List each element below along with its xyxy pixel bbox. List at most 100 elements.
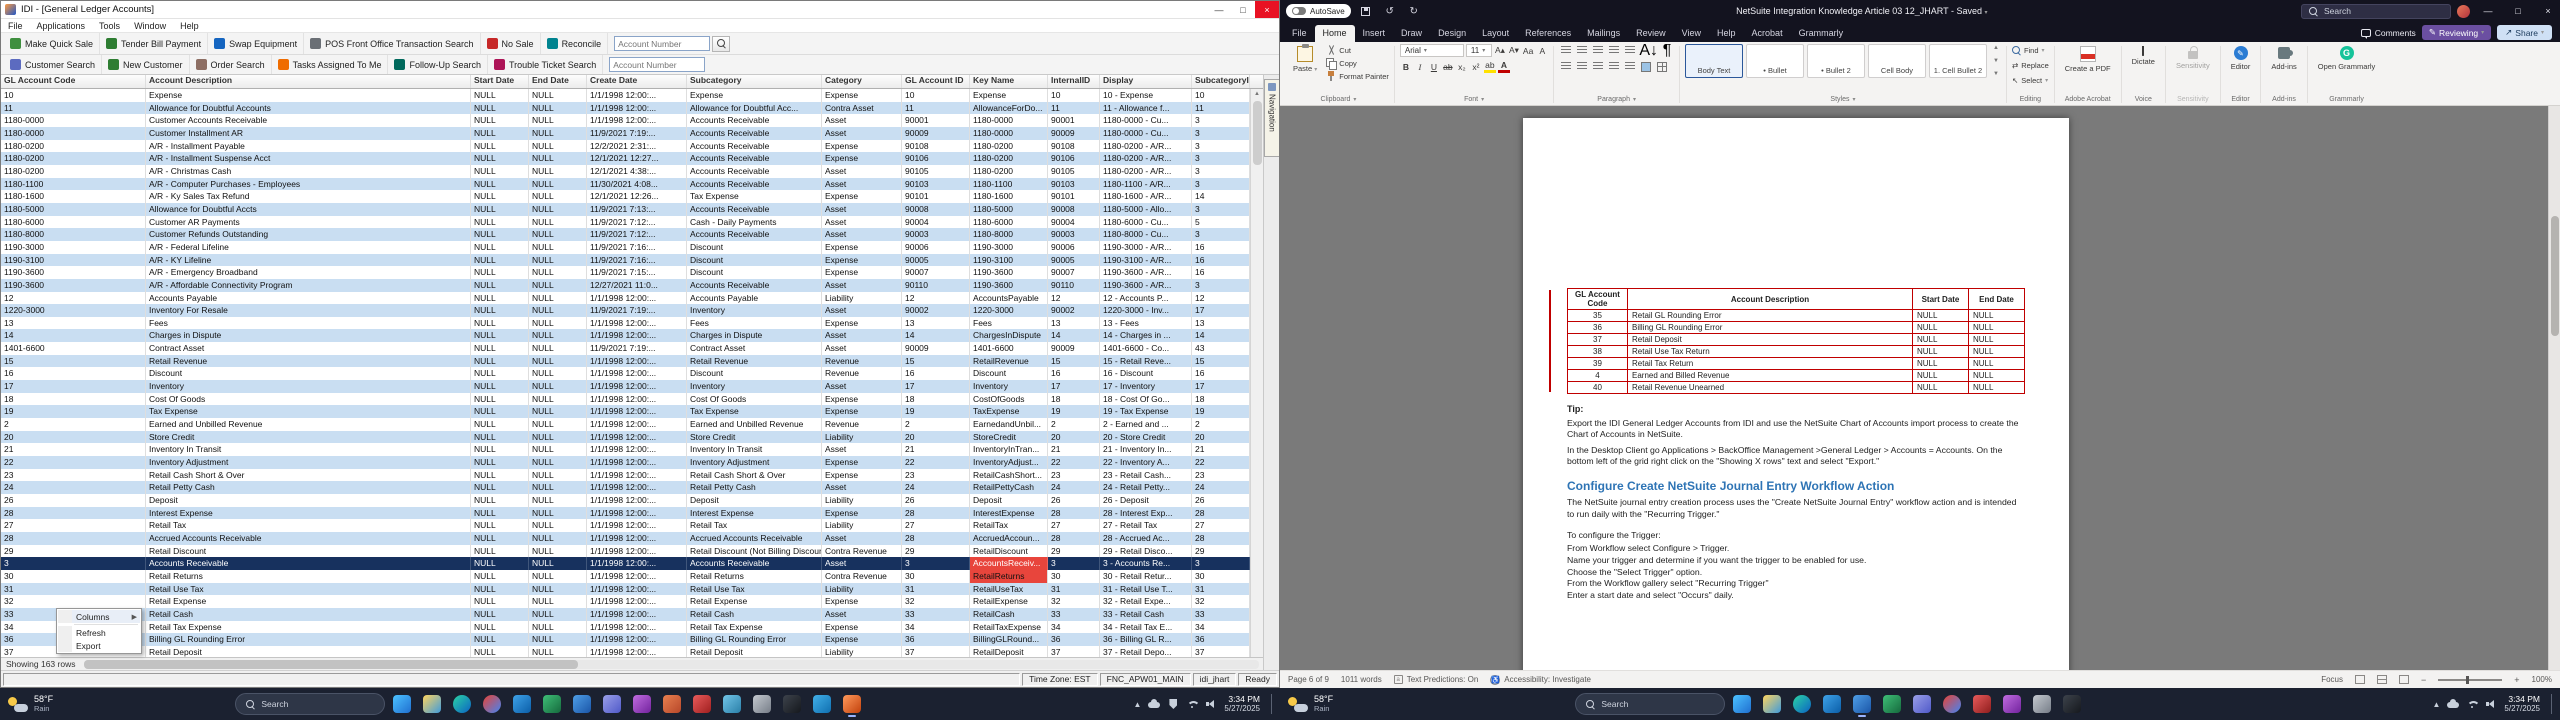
ribbon-tab-file[interactable]: File — [1284, 25, 1315, 42]
table-row[interactable]: 2 Earned and Unbilled Revenue NULL NULL 1/1/… — [1, 418, 1250, 431]
taskbar-app-settings[interactable] — [2029, 691, 2055, 717]
table-row[interactable]: 16 Discount NULL NULL 1/1/1998 12:00:... Disc… — [1, 367, 1250, 381]
minimize-button[interactable]: — — [1207, 1, 1231, 18]
justify-icon[interactable] — [1607, 60, 1621, 73]
maximize-button[interactable]: □ — [2506, 0, 2530, 22]
table-row[interactable]: 28 Accrued Accounts Receivable NULL NULL 1/1… — [1, 531, 1250, 545]
zoom-slider-knob[interactable] — [2466, 675, 2470, 684]
table-row[interactable]: 29 Retail Discount NULL NULL 1/1/1998 12:00:… — [1, 544, 1250, 558]
taskbar-app-onenote[interactable] — [1999, 691, 2025, 717]
taskbar-app-teams[interactable] — [599, 691, 625, 717]
sensitivity-button[interactable]: Sensitivity — [2171, 44, 2215, 72]
focus-mode-button[interactable]: Focus — [2321, 675, 2343, 684]
dictate-button[interactable]: Dictate — [2127, 44, 2160, 68]
grid-header-subcategoryid[interactable]: SubcategoryID — [1192, 75, 1250, 88]
grid-header-end-date[interactable]: End Date — [529, 75, 587, 88]
style-bullet[interactable]: • Bullet — [1745, 44, 1804, 78]
toolbar-button-tasks-assigned-to-me[interactable]: Tasks Assigned To Me — [272, 55, 389, 74]
context-menu-item-refresh[interactable]: Refresh — [58, 626, 140, 639]
table-row[interactable]: 13 Fees NULL NULL 1/1/1998 12:00:... Fees Expe… — [1, 316, 1250, 330]
styles-scroll-up-icon[interactable]: ▲ — [1993, 45, 1999, 51]
addins-button[interactable]: Add-ins — [2266, 44, 2301, 73]
ribbon-tab-mailings[interactable]: Mailings — [1579, 25, 1628, 42]
taskbar-app-word[interactable] — [569, 691, 595, 717]
dialog-launcher-icon[interactable]: ▾ — [1353, 96, 1356, 103]
table-row[interactable]: 1220-3000 Inventory For Resale NULL NULL 11/… — [1, 304, 1250, 317]
ribbon-tab-acrobat[interactable]: Acrobat — [1744, 25, 1791, 42]
taskbar-app-snipping-tool[interactable] — [689, 691, 715, 717]
table-row[interactable]: 17 Inventory NULL NULL 1/1/1998 12:00:... Inv… — [1, 380, 1250, 393]
taskbar-app-onenote[interactable] — [629, 691, 655, 717]
ribbon-tab-draw[interactable]: Draw — [1393, 25, 1430, 42]
taskbar-clock[interactable]: 3:34 PM 5/27/2025 — [2504, 694, 2540, 714]
table-row[interactable]: 22 Inventory Adjustment NULL NULL 1/1/1998 1… — [1, 456, 1250, 469]
underline-icon[interactable]: U — [1428, 60, 1440, 73]
zoom-level[interactable]: 100% — [2532, 675, 2552, 684]
user-avatar[interactable] — [2457, 4, 2470, 18]
paste-button[interactable]: Paste ▾ — [1288, 44, 1322, 75]
tray-chevron-icon[interactable]: ▲ — [1133, 700, 1141, 709]
styles-scroll-down-icon[interactable]: ▼ — [1993, 58, 1999, 64]
taskbar-search[interactable]: Search — [1575, 693, 1726, 715]
taskbar-app-notepad[interactable] — [719, 691, 745, 717]
table-row[interactable]: 15 Retail Revenue NULL NULL 1/1/1998 12:00:.… — [1, 354, 1250, 368]
toolbar-button-no-sale[interactable]: No Sale — [481, 33, 541, 54]
table-row[interactable]: 32 Retail Expense NULL NULL 1/1/1998 12:00:.… — [1, 595, 1250, 608]
table-row[interactable]: 1180-0200 A/R - Christmas Cash NULL NULL 12/… — [1, 164, 1250, 178]
table-row[interactable]: 1180-0200 A/R - Installment Payable NULL NU… — [1, 139, 1250, 153]
table-row[interactable]: 21 Inventory In Transit NULL NULL 1/1/1998 1… — [1, 443, 1250, 457]
grid-horizontal-scrollbar[interactable] — [84, 659, 1259, 669]
editor-button[interactable]: ✎ Editor — [2226, 44, 2256, 73]
navigation-panel-tab[interactable]: Navigation — [1264, 79, 1279, 157]
network-icon[interactable] — [1186, 698, 1201, 710]
taskbar-app-word[interactable] — [1849, 691, 1875, 717]
create-pdf-button[interactable]: Create a PDF — [2060, 44, 2116, 75]
table-row[interactable]: 1180-0200 A/R - Installment Suspense Acct… — [1, 152, 1250, 165]
ribbon-tab-view[interactable]: View — [1674, 25, 1709, 42]
ribbon-tab-layout[interactable]: Layout — [1474, 25, 1517, 42]
dialog-launcher-icon[interactable]: ▾ — [1481, 96, 1484, 103]
font-size-select[interactable]: 11 ▾ — [1465, 44, 1492, 57]
maximize-button[interactable]: □ — [1231, 1, 1255, 18]
table-row[interactable]: 36 Billing GL Rounding Error NULL NULL 1/1/1… — [1, 633, 1250, 646]
toolbar-button-trouble-ticket-search[interactable]: Trouble Ticket Search — [488, 55, 604, 74]
ribbon-tab-home[interactable]: Home — [1314, 25, 1355, 42]
ribbon-tab-design[interactable]: Design — [1430, 25, 1474, 42]
taskbar-app-edge[interactable] — [449, 691, 475, 717]
grid-header-internalid[interactable]: InternalID — [1048, 75, 1100, 88]
share-button[interactable]: ↗ Share ▾ — [2497, 25, 2552, 40]
grid-header-subcategory[interactable]: Subcategory — [687, 75, 822, 88]
grow-font-icon[interactable]: A▴ — [1494, 44, 1506, 57]
change-case-icon[interactable]: Aa — [1522, 44, 1534, 57]
font-color-icon[interactable]: A — [1497, 60, 1510, 73]
account-number-input-secondary[interactable] — [609, 57, 706, 72]
table-row[interactable]: 20 Store Credit NULL NULL 1/1/1998 12:00:...… — [1, 430, 1250, 444]
numbering-icon[interactable] — [1575, 44, 1589, 57]
hscrollbar-thumb[interactable] — [84, 659, 578, 669]
table-row[interactable]: 34 Retail Tax Expense NULL NULL 1/1/1998 12:… — [1, 620, 1250, 634]
volume-icon[interactable] — [2485, 698, 2497, 710]
table-row[interactable]: 10 Expense NULL NULL 1/1/1998 12:00:... Expen… — [1, 89, 1250, 102]
taskbar-app-settings[interactable] — [749, 691, 775, 717]
text-predictions-indicator[interactable]: a Text Predictions: On — [1393, 675, 1478, 684]
taskbar-app-outlook[interactable] — [509, 691, 535, 717]
align-center-icon[interactable] — [1575, 60, 1589, 73]
zoom-slider[interactable] — [2438, 675, 2503, 684]
close-button[interactable]: × — [1255, 1, 1279, 18]
style-1-cell-bullet-2[interactable]: 1. Cell Bullet 2 — [1928, 44, 1987, 78]
table-row[interactable]: 1190-3600 A/R - Affordable Connectivity P… — [1, 278, 1250, 292]
indent-icon[interactable] — [1623, 44, 1637, 57]
ribbon-tab-grammarly[interactable]: Grammarly — [1791, 25, 1852, 42]
taskbar-app-acrobat[interactable] — [1969, 691, 1995, 717]
taskbar-app-terminal[interactable] — [2059, 691, 2085, 717]
style-bullet-2[interactable]: • Bullet 2 — [1806, 44, 1865, 78]
toolbar-button-customer-search[interactable]: Customer Search — [4, 55, 103, 74]
dialog-launcher-icon[interactable]: ▾ — [1852, 96, 1855, 103]
toolbar-button-new-customer[interactable]: New Customer — [102, 55, 190, 74]
clear-formatting-icon[interactable]: A — [1536, 44, 1548, 57]
shrink-font-icon[interactable]: A▾ — [1508, 44, 1520, 57]
taskbar-app-task-view[interactable] — [1729, 691, 1755, 717]
ribbon-tab-review[interactable]: Review — [1628, 25, 1674, 42]
account-number-input-primary[interactable] — [614, 36, 711, 51]
idi-menu-help[interactable]: Help — [173, 21, 206, 31]
